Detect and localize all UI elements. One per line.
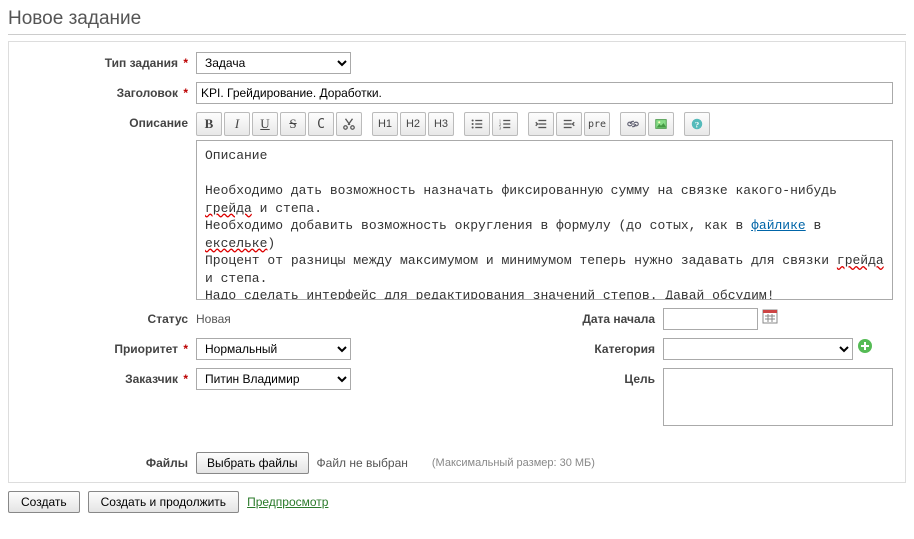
subject-label: Заголовок * <box>21 82 196 104</box>
create-button[interactable]: Создать <box>8 491 80 513</box>
create-continue-button[interactable]: Создать и продолжить <box>88 491 239 513</box>
choose-files-button[interactable]: Выбрать файлы <box>196 452 309 474</box>
subject-input[interactable] <box>196 82 893 104</box>
max-size-hint: (Максимальный размер: 30 МБ) <box>432 457 595 469</box>
tracker-select[interactable]: Задача <box>196 52 351 74</box>
no-file-text: Файл не выбран <box>317 456 408 470</box>
description-label: Описание <box>21 112 196 134</box>
ul-button[interactable] <box>464 112 490 136</box>
priority-select[interactable]: Нормальный <box>196 338 351 360</box>
quote-right-button[interactable] <box>528 112 554 136</box>
new-issue-form: Тип задания * Задача Заголовок * Описани… <box>8 41 906 483</box>
files-label: Файлы <box>21 452 196 474</box>
start-date-label: Дата начала <box>383 308 663 330</box>
description-editor[interactable]: Описание Необходимо дать возможность наз… <box>196 140 893 300</box>
underline-button[interactable]: U <box>252 112 278 136</box>
priority-label: Приоритет * <box>21 338 196 360</box>
h2-button[interactable]: H2 <box>400 112 426 136</box>
start-date-input[interactable] <box>663 308 758 330</box>
bold-button[interactable]: B <box>196 112 222 136</box>
svg-text:?: ? <box>695 120 699 130</box>
italic-button[interactable]: I <box>224 112 250 136</box>
category-select[interactable] <box>663 338 853 360</box>
strike-button[interactable]: S <box>280 112 306 136</box>
preview-link[interactable]: Предпросмотр <box>247 495 328 509</box>
goal-textarea[interactable] <box>663 368 893 426</box>
link-button[interactable] <box>620 112 646 136</box>
ol-button[interactable]: 123 <box>492 112 518 136</box>
pre-button[interactable]: pre <box>584 112 610 136</box>
assignee-label: Заказчик * <box>21 368 196 390</box>
image-button[interactable] <box>648 112 674 136</box>
goal-label: Цель <box>383 368 663 390</box>
category-label: Категория <box>383 338 663 360</box>
tracker-label: Тип задания * <box>21 52 196 74</box>
status-label: Статус <box>21 308 196 330</box>
add-category-icon[interactable] <box>857 338 873 354</box>
calendar-icon[interactable] <box>762 308 778 324</box>
status-value: Новая <box>196 308 231 330</box>
cut-button[interactable] <box>336 112 362 136</box>
h1-button[interactable]: H1 <box>372 112 398 136</box>
assignee-select[interactable]: Питин Владимир <box>196 368 351 390</box>
svg-text:3: 3 <box>499 125 502 130</box>
quote-left-button[interactable] <box>556 112 582 136</box>
code-button[interactable]: C <box>308 112 334 136</box>
page-title: Новое задание <box>8 8 906 35</box>
h3-button[interactable]: H3 <box>428 112 454 136</box>
editor-toolbar: B I U S C H1 H2 H3 123 pre <box>196 112 893 136</box>
help-button[interactable]: ? <box>684 112 710 136</box>
